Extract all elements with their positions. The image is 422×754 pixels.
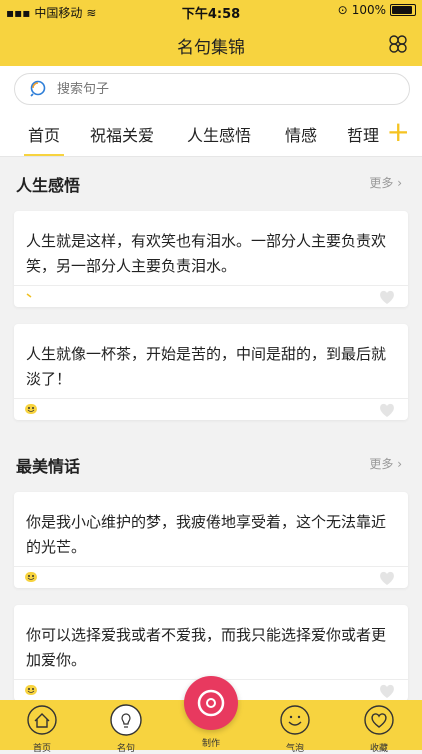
search-icon (30, 80, 46, 97)
camera-icon (197, 689, 225, 717)
quote-text: 人生就是这样，有欢笑也有泪水。一部分人主要负责欢笑，另一部分人主要负责泪水。 (26, 232, 387, 275)
heart-icon[interactable] (378, 683, 396, 699)
smile-icon (25, 685, 37, 695)
heart-icon[interactable] (378, 570, 396, 586)
make-button[interactable] (184, 676, 238, 730)
tabbar-home-label: 首页 (32, 744, 51, 754)
more-label: 更多 (369, 457, 394, 471)
heart-icon[interactable] (378, 402, 396, 418)
tabbar-favorites[interactable]: 收藏 (349, 704, 409, 754)
category-tabs: 首页 祝福关爱 人生感悟 情感 哲理 + (0, 112, 422, 157)
quote-card[interactable]: 人生就是这样，有欢笑也有泪水。一部分人主要负责欢笑，另一部分人主要负责泪水。 (14, 211, 408, 307)
tab-philosophy[interactable]: 哲理 (347, 122, 379, 146)
tabbar-home[interactable]: 首页 (12, 704, 72, 754)
search-input[interactable] (55, 80, 379, 98)
tabbar-bubble-label: 气泡 (285, 744, 304, 754)
heart-icon[interactable] (378, 289, 396, 305)
section-title: 最美情话 (16, 457, 81, 476)
battery-icon (390, 4, 416, 16)
bulb-icon (110, 704, 142, 736)
quote-text: 你是我小心维护的梦，我疲倦地享受着，这个无法靠近的光芒。 (26, 513, 387, 556)
quote-card[interactable]: 你是我小心维护的梦，我疲倦地享受着，这个无法靠近的光芒。 (14, 492, 408, 588)
more-label: 更多 (369, 176, 394, 190)
tabbar-favorites-label: 收藏 (369, 744, 388, 754)
grid-menu-icon[interactable] (388, 34, 408, 54)
more-link[interactable]: 更多 › (369, 455, 402, 472)
status-bar: ▪▪▪ 中国移动 ≋ 下午4:58 ⊙ 100% (0, 0, 422, 22)
tabbar-quotes-label: 名句 (116, 744, 135, 754)
quote-card[interactable]: 人生就像一杯茶，开始是苦的，中间是甜的，到最后就淡了！ (14, 324, 408, 420)
heart-icon (364, 705, 394, 735)
tabbar-make-label: 制作 (201, 739, 220, 749)
sticker-icon (26, 293, 32, 298)
battery-percent: 100% (351, 3, 386, 17)
tabbar-quotes[interactable]: 名句 (96, 704, 156, 754)
tabbar-bubble[interactable]: 气泡 (265, 704, 325, 754)
tab-life[interactable]: 人生感悟 (187, 122, 251, 146)
tab-home[interactable]: 首页 (23, 122, 65, 156)
tab-blessing[interactable]: 祝福关爱 (90, 122, 154, 146)
quote-text: 你可以选择爱我或者不爱我，而我只能选择爱你或者更加爱你。 (26, 626, 387, 669)
more-link[interactable]: 更多 › (369, 174, 402, 191)
page-title: 名句集锦 (177, 38, 245, 58)
chevron-right-icon: › (397, 176, 402, 190)
smile-icon (25, 404, 37, 414)
chevron-right-icon: › (397, 457, 402, 471)
home-icon (27, 705, 57, 735)
orientation-lock-icon: ⊙ (337, 3, 348, 17)
search-bar-container (0, 66, 422, 112)
tab-emotion[interactable]: 情感 (285, 122, 317, 146)
quote-text: 人生就像一杯茶，开始是苦的，中间是甜的，到最后就淡了！ (26, 345, 387, 388)
nav-bar: 名句集锦 (0, 22, 422, 66)
smile-icon (25, 572, 37, 582)
add-tab-icon[interactable]: + (387, 118, 410, 146)
smile-icon (280, 705, 310, 735)
section-title: 人生感悟 (16, 176, 81, 195)
search-box[interactable] (14, 73, 410, 105)
